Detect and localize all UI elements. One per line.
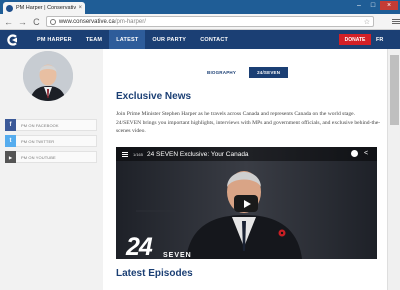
video-player[interactable]: 1/165 24 SEVEN Exclusive: Your Canada < …	[116, 147, 377, 259]
subtab-biography[interactable]: BIOGRAPHY	[199, 67, 244, 78]
language-toggle[interactable]: FR	[376, 34, 383, 45]
video-watermark-sub: SEVEN	[163, 252, 192, 259]
nav-our-party[interactable]: OUR PARTY	[145, 30, 193, 49]
play-icon	[243, 199, 251, 208]
facebook-link-label: PM ON FACEBOOK	[21, 122, 59, 128]
twitter-icon: t	[5, 135, 16, 147]
play-button[interactable]	[234, 195, 258, 212]
minimize-button[interactable]: –	[352, 1, 366, 10]
globe-icon	[49, 18, 56, 25]
tab-strip: PM Harper | Conservative... × – □ ×	[0, 0, 400, 14]
url-domain: www.conservative.ca	[58, 18, 115, 25]
video-watermark: 24	[126, 233, 153, 259]
twitter-link-label: PM ON TWITTER	[21, 138, 55, 144]
bookmark-star-icon[interactable]: ☆	[364, 18, 370, 26]
nav-latest[interactable]: LATEST	[109, 30, 146, 49]
forward-button[interactable]: →	[17, 16, 28, 27]
subtab-24-seven[interactable]: 24/SEVEN	[249, 67, 289, 78]
site-favicon-icon	[6, 4, 13, 12]
watch-later-icon[interactable]	[351, 150, 358, 157]
subtabs: BIOGRAPHY 24/SEVEN	[199, 67, 289, 78]
scrollbar-thumb[interactable]	[390, 55, 399, 125]
nav-contact[interactable]: CONTACT	[193, 30, 235, 49]
youtube-icon: ▶	[5, 151, 16, 163]
browser-window: PM Harper | Conservative... × – □ × ← → …	[0, 0, 400, 290]
page-scrollbar[interactable]	[387, 49, 400, 290]
sidebar: f PM ON FACEBOOK t PM ON TWITTER ▶ PM ON…	[0, 49, 103, 290]
browser-menu-icon[interactable]	[392, 19, 400, 24]
share-icon[interactable]: <	[364, 150, 368, 157]
video-title[interactable]: 24 SEVEN Exclusive: Your Canada	[147, 151, 249, 158]
donate-button[interactable]: DONATE	[339, 34, 371, 45]
latest-episodes-heading: Latest Episodes	[116, 268, 193, 279]
conservative-logo-icon[interactable]	[7, 33, 19, 46]
nav-pm-harper[interactable]: PM HARPER	[30, 30, 79, 49]
facebook-icon: f	[5, 119, 16, 131]
tab-close-icon[interactable]: ×	[78, 5, 82, 11]
maximize-button[interactable]: □	[366, 1, 380, 10]
youtube-link[interactable]: ▶ PM ON YOUTUBE	[5, 151, 97, 163]
browser-tab[interactable]: PM Harper | Conservative... ×	[3, 2, 85, 14]
back-button[interactable]: ←	[3, 16, 14, 27]
playlist-counter: 1/165	[133, 151, 144, 157]
youtube-link-label: PM ON YOUTUBE	[21, 154, 56, 160]
window-controls: – □ ×	[352, 1, 398, 10]
video-title-bar: 1/165 24 SEVEN Exclusive: Your Canada <	[116, 147, 377, 161]
close-window-button[interactable]: ×	[380, 1, 398, 10]
reload-button[interactable]: C	[31, 16, 42, 27]
section-heading: Exclusive News	[116, 91, 192, 102]
pm-portrait-avatar	[23, 51, 73, 101]
address-bar[interactable]: www.conservative.ca /pm-harper/ ☆	[45, 16, 375, 27]
playlist-menu-icon[interactable]	[122, 151, 128, 157]
browser-toolbar: ← → C www.conservative.ca /pm-harper/ ☆	[0, 14, 400, 30]
tab-title: PM Harper | Conservative...	[16, 5, 77, 11]
url-path: /pm-harper/	[114, 18, 146, 25]
twitter-link[interactable]: t PM ON TWITTER	[5, 135, 97, 147]
facebook-link[interactable]: f PM ON FACEBOOK	[5, 119, 97, 131]
nav-team[interactable]: TEAM	[79, 30, 109, 49]
main-content: BIOGRAPHY 24/SEVEN Exclusive News Join P…	[103, 49, 387, 290]
intro-text: Join Prime Minister Stephen Harper as he…	[116, 111, 381, 135]
